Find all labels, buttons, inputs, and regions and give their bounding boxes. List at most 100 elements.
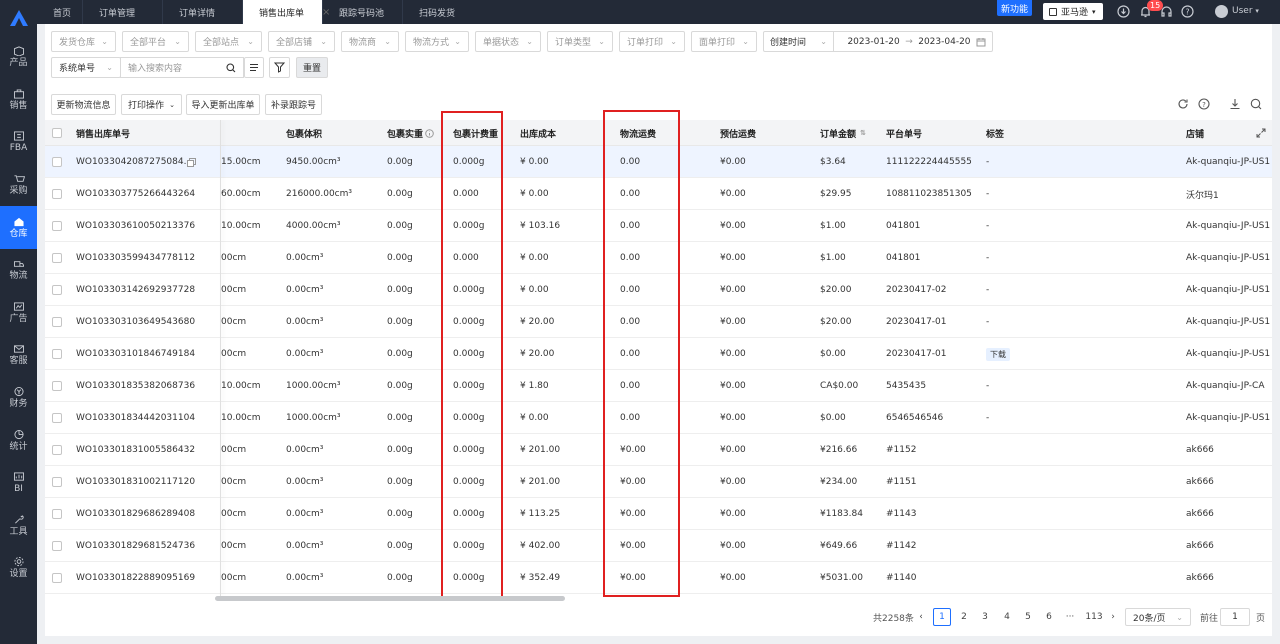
new-feature-badge[interactable]: 新功能 (997, 0, 1033, 16)
filter-label-print[interactable]: 面单打印 ⌄ (691, 31, 757, 52)
avatar[interactable] (1215, 5, 1228, 18)
date-start[interactable]: 2023-01-20 (847, 37, 899, 47)
page-2[interactable]: 2 (955, 608, 973, 626)
sidebar-item-service[interactable]: 客服 (0, 334, 37, 377)
reset-button[interactable]: 重置 (296, 57, 328, 78)
page-last[interactable]: 113 (1083, 608, 1105, 626)
row-checkbox[interactable] (52, 402, 62, 434)
filter-site[interactable]: 全部站点 ⌄ (195, 31, 262, 52)
col-actual-weight[interactable]: 包裹实重 (387, 120, 434, 146)
date-type-select[interactable]: 创建时间 ⌄ (764, 32, 834, 51)
row-checkbox[interactable] (52, 434, 62, 466)
page-size-select[interactable]: 20条/页 ⌄ (1125, 608, 1191, 626)
sidebar-item-bi[interactable]: BI (0, 462, 37, 505)
filter-doc-status[interactable]: 单据状态 ⌄ (475, 31, 541, 52)
filter-store[interactable]: 全部店铺 ⌄ (268, 31, 335, 52)
prev-page-button[interactable]: ‹ (912, 608, 930, 626)
tab-order-management[interactable]: 订单管理 (83, 0, 163, 24)
table-row[interactable]: WO103303101846749184 00cm 0.00cm³ 0.00g 0.00… (45, 338, 1272, 370)
col-tag[interactable]: 标签 (986, 120, 1004, 146)
table-row[interactable]: WO103301834442031104 10.00cm 1000.00cm³ 0.0… (45, 402, 1272, 434)
copy-icon[interactable] (187, 146, 196, 178)
print-operations-button[interactable]: 打印操作 ⌄ (121, 94, 182, 115)
sidebar-item-finance[interactable]: 财务 (0, 377, 37, 420)
tag-badge[interactable]: 下载 (986, 347, 1010, 361)
table-row[interactable]: WO103301831002117120 00cm 0.00cm³ 0.00g 0.00… (45, 466, 1272, 498)
col-freight[interactable]: 物流运费 (620, 120, 656, 146)
col-charge-weight[interactable]: 包裹计费重 (453, 120, 498, 146)
order-no-cell[interactable]: WO103301835382068736 (76, 370, 195, 402)
goto-page-input[interactable]: 1 (1220, 608, 1250, 626)
page-6[interactable]: 6 (1040, 608, 1058, 626)
row-checkbox[interactable] (52, 306, 62, 338)
page-5[interactable]: 5 (1019, 608, 1037, 626)
row-checkbox[interactable] (52, 562, 62, 594)
col-order-amount[interactable]: 订单金额 ⇅ (820, 120, 866, 146)
table-row[interactable]: WO103301822889095169 00cm 0.00cm³ 0.00g 0.00… (45, 562, 1272, 594)
search-type-select[interactable]: 系统单号 ⌄ (51, 57, 121, 78)
sidebar-item-fba[interactable]: FBA (0, 121, 37, 164)
col-volume[interactable]: 包裹体积 (286, 120, 322, 146)
order-no-cell[interactable]: WO103301829686289408 (76, 498, 195, 530)
col-store[interactable]: 店铺 (1186, 120, 1204, 146)
order-no-cell[interactable]: WO103301829681524736 (76, 530, 195, 562)
page-1[interactable]: 1 (933, 608, 951, 626)
multi-search-button[interactable] (244, 57, 264, 78)
col-est-freight[interactable]: 预估运费 (720, 120, 756, 146)
row-checkbox[interactable] (52, 210, 62, 242)
col-platform-no[interactable]: 平台单号 (886, 120, 922, 146)
add-tracking-button[interactable]: 补录跟踪号 (265, 94, 322, 115)
expand-icon[interactable] (1256, 128, 1266, 138)
col-order-no[interactable]: 销售出库单号 (76, 120, 130, 146)
sidebar-item-purchase[interactable]: 采购 (0, 164, 37, 207)
refresh-icon[interactable] (1177, 98, 1189, 110)
info-icon[interactable] (425, 128, 434, 138)
table-row[interactable]: WO103303610050213376 10.00cm 4000.00cm³ 0.0… (45, 210, 1272, 242)
export-icon[interactable] (1229, 98, 1241, 110)
table-row[interactable]: WO103301835382068736 10.00cm 1000.00cm³ 0.0… (45, 370, 1272, 402)
table-row[interactable]: WO103303103649543680 00cm 0.00cm³ 0.00g 0.00… (45, 306, 1272, 338)
order-no-cell[interactable]: WO1033042087275084... (76, 146, 192, 178)
sidebar-item-stats[interactable]: 统计 (0, 419, 37, 462)
page-3[interactable]: 3 (976, 608, 994, 626)
table-row[interactable]: WO103303142692937728 00cm 0.00cm³ 0.00g 0.00… (45, 274, 1272, 306)
filter-carrier[interactable]: 物流商 ⌄ (341, 31, 399, 52)
order-no-cell[interactable]: WO103303142692937728 (76, 274, 195, 306)
help-icon[interactable]: ? (1181, 5, 1194, 18)
next-page-button[interactable]: › (1104, 608, 1122, 626)
col-outbound-cost[interactable]: 出库成本 (520, 120, 556, 146)
tab-home[interactable]: 首页 (37, 0, 83, 24)
sort-icon[interactable]: ⇅ (860, 129, 866, 137)
order-no-cell[interactable]: WO103303599434778112 (76, 242, 195, 274)
search-input[interactable]: 输入搜索内容 (120, 57, 244, 78)
download-circle-icon[interactable] (1117, 5, 1130, 18)
tab-scan-ship[interactable]: 扫码发货 (403, 0, 483, 24)
headset-icon[interactable] (1160, 5, 1173, 18)
row-checkbox[interactable] (52, 466, 62, 498)
advanced-filter-button[interactable] (269, 57, 290, 78)
order-no-cell[interactable]: WO103301831005586432 (76, 434, 195, 466)
help-circle-icon[interactable]: ? (1198, 98, 1210, 110)
sidebar-item-logistics[interactable]: 物流 (0, 249, 37, 292)
row-checkbox[interactable] (52, 370, 62, 402)
row-checkbox[interactable] (52, 338, 62, 370)
sidebar-item-settings[interactable]: 设置 (0, 547, 37, 590)
row-checkbox[interactable] (52, 274, 62, 306)
date-range-filter[interactable]: 创建时间 ⌄ 2023-01-20 → 2023-04-20 (763, 31, 993, 52)
sidebar-item-tools[interactable]: 工具 (0, 505, 37, 548)
sidebar-item-ads[interactable]: 广告 (0, 292, 37, 335)
table-row[interactable]: WO1033042087275084... 15.00cm 9450.00cm³ 0.… (45, 146, 1272, 178)
table-row[interactable]: WO103303599434778112 00cm 0.00cm³ 0.00g 0.00… (45, 242, 1272, 274)
date-end[interactable]: 2023-04-20 (918, 37, 970, 47)
filter-order-type[interactable]: 订单类型 ⌄ (547, 31, 613, 52)
order-no-cell[interactable]: WO103301822889095169 (76, 562, 195, 594)
row-checkbox[interactable] (52, 530, 62, 562)
filter-shipping-method[interactable]: 物流方式 ⌄ (405, 31, 469, 52)
select-all-checkbox[interactable] (52, 120, 62, 146)
update-logistics-button[interactable]: 更新物流信息 (51, 94, 116, 115)
sidebar-item-warehouse[interactable]: 仓库 (0, 206, 37, 249)
order-no-cell[interactable]: WO103303610050213376 (76, 210, 195, 242)
table-row[interactable]: WO103301829681524736 00cm 0.00cm³ 0.00g 0.00… (45, 530, 1272, 562)
filter-order-print[interactable]: 订单打印 ⌄ (619, 31, 685, 52)
filter-platform[interactable]: 全部平台 ⌄ (122, 31, 189, 52)
